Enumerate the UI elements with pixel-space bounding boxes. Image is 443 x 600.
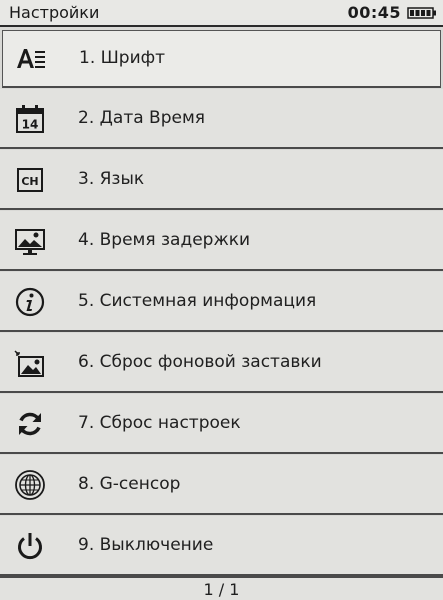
battery-full-icon	[407, 7, 436, 19]
menu-item-label: 6. Сброс фоновой заставки	[78, 352, 322, 372]
menu-item-font[interactable]: 1. Шрифт	[2, 30, 441, 88]
globe-sensor-icon	[15, 470, 45, 500]
screen-delay-icon	[15, 229, 45, 255]
power-icon	[18, 533, 42, 560]
language-icon: CH	[17, 168, 43, 192]
info-icon	[15, 287, 45, 317]
menu-item-label: 2. Дата Время	[78, 108, 206, 128]
menu-item-label: 4. Время задержки	[78, 230, 251, 250]
menu-item-label: 8. G-сенсор	[78, 474, 181, 494]
menu-item-system-info[interactable]: 5. Системная информация	[0, 272, 443, 332]
page-title: Настройки	[9, 3, 100, 22]
menu-item-label: 3. Язык	[78, 169, 145, 189]
menu-item-label: 9. Выключение	[78, 535, 214, 555]
status-bar: Настройки 00:45	[0, 0, 443, 27]
menu-item-g-sensor[interactable]: 8. G-сенсор	[0, 455, 443, 515]
menu-item-reset-wallpaper[interactable]: 6. Сброс фоновой заставки	[0, 333, 443, 393]
refresh-icon	[19, 412, 41, 436]
language-badge-text: CH	[21, 175, 38, 188]
calendar-icon: 14	[16, 105, 44, 133]
menu-item-label: 1. Шрифт	[79, 48, 166, 68]
menu-item-label: 7. Сброс настроек	[78, 413, 241, 433]
settings-menu: 1. Шрифт 14 2. Дата Время CH 3. Язык 4. …	[0, 27, 443, 577]
font-icon	[17, 49, 45, 68]
menu-item-label: 5. Системная информация	[78, 291, 317, 311]
menu-item-date-time[interactable]: 14 2. Дата Время	[0, 89, 443, 149]
menu-item-sleep-delay[interactable]: 4. Время задержки	[0, 211, 443, 271]
calendar-day-text: 14	[22, 118, 39, 132]
menu-item-reset-settings[interactable]: 7. Сброс настроек	[0, 394, 443, 454]
menu-item-power-off[interactable]: 9. Выключение	[0, 516, 443, 576]
page-indicator: 1 / 1	[203, 580, 240, 599]
footer: 1 / 1	[0, 576, 443, 600]
clock: 00:45	[347, 3, 401, 22]
menu-item-language[interactable]: CH 3. Язык	[0, 150, 443, 210]
wallpaper-icon	[14, 350, 44, 377]
